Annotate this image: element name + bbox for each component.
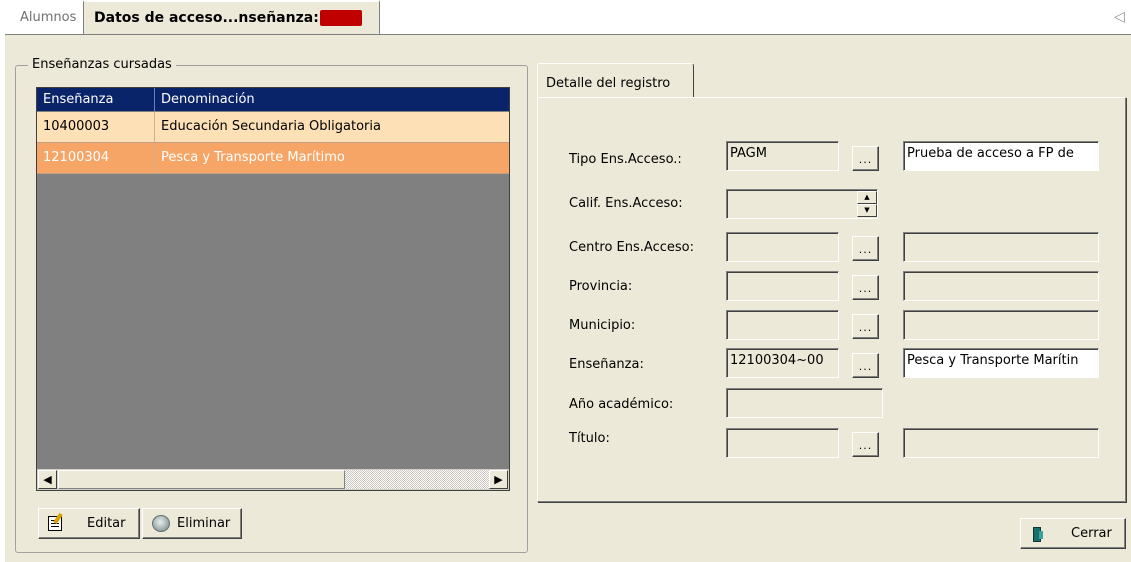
tab-detalle-registro-label: Detalle del registro: [546, 76, 671, 91]
cell-name: Educación Secundaria Obligatoria: [161, 119, 381, 134]
provincia-code-field[interactable]: [726, 271, 839, 301]
cerrar-button[interactable]: Cerrar: [1020, 518, 1126, 549]
calif-field[interactable]: [726, 189, 878, 219]
cell-separator: [154, 112, 155, 143]
ensenanza-label: Enseñanza:: [569, 357, 644, 372]
exit-door-icon: [1033, 527, 1043, 542]
municipio-code-field[interactable]: [726, 310, 839, 340]
grid-header: Enseñanza Denominación: [37, 88, 509, 111]
centro-desc-field[interactable]: [903, 232, 1099, 262]
anio-field[interactable]: [726, 388, 883, 418]
municipio-browse-button[interactable]: ...: [852, 314, 879, 339]
spin-down-icon[interactable]: ▼: [857, 204, 877, 217]
scroll-track[interactable]: [345, 470, 489, 489]
cell-separator: [154, 143, 155, 174]
eliminar-label: Eliminar: [177, 516, 231, 531]
column-header-ensenanza[interactable]: Enseñanza: [43, 92, 113, 107]
provincia-desc-field[interactable]: [903, 271, 1099, 301]
table-row[interactable]: 10400003 Educación Secundaria Obligatori…: [37, 112, 509, 143]
redacted-block: [320, 10, 362, 26]
tipo-code-field[interactable]: PAGM: [726, 141, 839, 171]
scroll-right-arrow-icon[interactable]: ▶: [489, 470, 508, 489]
spin-up-icon[interactable]: ▲: [857, 191, 877, 204]
provincia-browse-button[interactable]: ...: [852, 275, 879, 300]
tipo-label: Tipo Ens.Acceso.:: [569, 152, 682, 167]
scroll-left-arrow-icon[interactable]: ◀: [38, 470, 57, 489]
tipo-browse-button[interactable]: ...: [852, 146, 879, 171]
tab-datos-acceso-label: Datos de acceso...nseñanza:: [94, 10, 319, 26]
cell-name: Pesca y Transporte Marítimo: [161, 150, 345, 165]
horizontal-scrollbar[interactable]: ◀ ▶: [37, 469, 509, 490]
titulo-label: Título:: [569, 431, 610, 446]
cell-code: 12100304: [43, 150, 110, 165]
cell-code: 10400003: [43, 119, 110, 134]
titulo-code-field[interactable]: [726, 428, 839, 458]
municipio-label: Municipio:: [569, 318, 636, 333]
ensenanza-browse-button[interactable]: ...: [852, 353, 879, 378]
editar-button[interactable]: Editar: [38, 508, 140, 539]
tipo-desc-field[interactable]: Prueba de acceso a FP de: [903, 141, 1099, 171]
tabs-scroll-left-icon[interactable]: ◁: [1114, 9, 1125, 25]
group-title: Enseñanzas cursadas: [28, 57, 176, 72]
trash-icon: [152, 515, 170, 532]
column-separator[interactable]: [154, 88, 155, 111]
titulo-desc-field[interactable]: [903, 428, 1099, 458]
tab-alumnos[interactable]: Alumnos: [20, 10, 76, 25]
titulo-browse-button[interactable]: ...: [852, 432, 879, 457]
column-header-denominacion[interactable]: Denominación: [161, 92, 255, 107]
cerrar-label: Cerrar: [1071, 526, 1112, 541]
centro-label: Centro Ens.Acceso:: [569, 240, 694, 255]
municipio-desc-field[interactable]: [903, 310, 1099, 340]
ensenanzas-grid[interactable]: Enseñanza Denominación 10400003 Educació…: [36, 87, 510, 491]
centro-browse-button[interactable]: ...: [852, 236, 879, 261]
tab-detalle-registro[interactable]: Detalle del registro: [537, 63, 694, 98]
eliminar-button[interactable]: Eliminar: [142, 508, 242, 539]
anio-label: Año académico:: [569, 397, 674, 412]
calif-label: Calif. Ens.Acceso:: [569, 196, 683, 211]
table-row-selected[interactable]: 12100304 Pesca y Transporte Marítimo: [37, 143, 509, 174]
provincia-label: Provincia:: [569, 279, 633, 294]
calif-spinner[interactable]: ▲ ▼: [857, 191, 877, 217]
scroll-thumb[interactable]: [58, 470, 345, 489]
tab-strip: Alumnos Datos de acceso...nseñanza: ◁: [0, 0, 1131, 34]
tab-datos-acceso[interactable]: Datos de acceso...nseñanza:: [83, 0, 380, 34]
centro-code-field[interactable]: [726, 232, 839, 262]
editar-label: Editar: [87, 516, 126, 531]
ensenanza-desc-field[interactable]: Pesca y Transporte Marítin: [903, 348, 1099, 378]
ensenanza-code-field[interactable]: 12100304~00: [726, 348, 839, 378]
